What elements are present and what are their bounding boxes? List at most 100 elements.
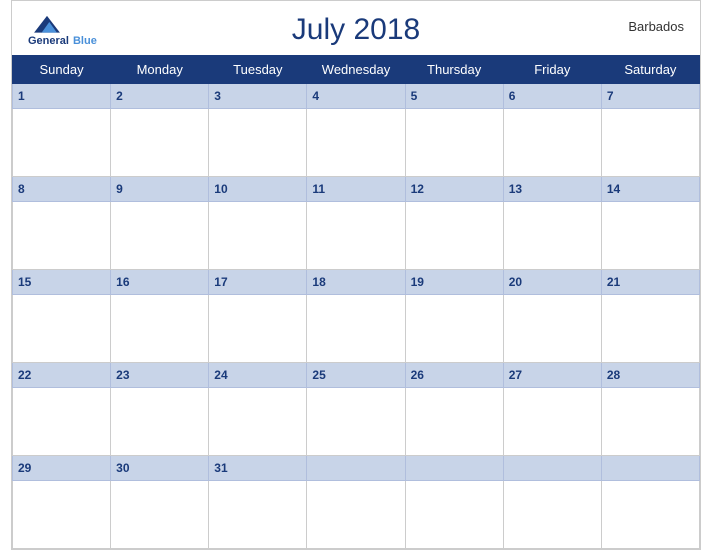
day-content-cell [601, 202, 699, 270]
day-content-cell [111, 388, 209, 456]
header-sunday: Sunday [13, 56, 111, 84]
calendar-header: General Blue July 2018 Barbados [12, 1, 700, 55]
day-number: 11 [312, 182, 325, 196]
day-content-cell [111, 481, 209, 549]
day-content-cell [503, 202, 601, 270]
day-number: 16 [116, 275, 129, 289]
day-label-cell: 7 [601, 84, 699, 109]
day-content-cell [503, 388, 601, 456]
day-content-cell [307, 295, 405, 363]
header-tuesday: Tuesday [209, 56, 307, 84]
day-number: 22 [18, 368, 31, 382]
day-content-cell [13, 388, 111, 456]
day-label-cell: 29 [13, 456, 111, 481]
week-content-row-2 [13, 202, 700, 270]
day-number: 1 [18, 89, 25, 103]
day-label-cell: 11 [307, 177, 405, 202]
day-label-cell: 15 [13, 270, 111, 295]
day-label-cell: 2 [111, 84, 209, 109]
day-content-cell [307, 388, 405, 456]
day-number: 6 [509, 89, 516, 103]
day-number: 27 [509, 368, 522, 382]
logo-general: General [28, 35, 69, 47]
week-content-row-1 [13, 109, 700, 177]
day-content-cell [111, 109, 209, 177]
day-number: 30 [116, 461, 129, 475]
day-label-cell: 12 [405, 177, 503, 202]
day-content-cell [307, 202, 405, 270]
day-content-cell [13, 202, 111, 270]
day-number: 15 [18, 275, 31, 289]
day-content-cell [601, 109, 699, 177]
day-label-cell: 30 [111, 456, 209, 481]
day-content-cell [111, 295, 209, 363]
header-wednesday: Wednesday [307, 56, 405, 84]
day-label-cell: 5 [405, 84, 503, 109]
day-number: 13 [509, 182, 522, 196]
day-number: 12 [411, 182, 424, 196]
day-number: 7 [607, 89, 614, 103]
day-label-cell: 16 [111, 270, 209, 295]
day-content-cell [503, 295, 601, 363]
header-friday: Friday [503, 56, 601, 84]
day-content-cell [209, 388, 307, 456]
day-number: 23 [116, 368, 129, 382]
header-monday: Monday [111, 56, 209, 84]
day-label-cell: 19 [405, 270, 503, 295]
day-content-cell [601, 388, 699, 456]
week-content-row-5 [13, 481, 700, 549]
day-number: 19 [411, 275, 424, 289]
day-number: 18 [312, 275, 325, 289]
day-label-cell [503, 456, 601, 481]
weekday-header-row: Sunday Monday Tuesday Wednesday Thursday… [13, 56, 700, 84]
day-content-cell [405, 481, 503, 549]
day-content-cell [111, 202, 209, 270]
day-content-cell [405, 202, 503, 270]
day-content-cell [405, 109, 503, 177]
calendar-container: General Blue July 2018 Barbados Sunday M… [11, 0, 701, 550]
day-content-cell [601, 295, 699, 363]
day-label-cell [307, 456, 405, 481]
calendar-table: Sunday Monday Tuesday Wednesday Thursday… [12, 55, 700, 549]
day-content-cell [307, 481, 405, 549]
week-label-row-4: 22 23 24 2526 27 28 [13, 363, 700, 388]
day-number: 17 [214, 275, 227, 289]
day-number: 31 [214, 461, 227, 475]
day-number: 28 [607, 368, 620, 382]
day-content-cell [503, 109, 601, 177]
day-content-cell [13, 295, 111, 363]
day-content-cell [209, 481, 307, 549]
logo: General Blue [28, 11, 97, 47]
day-number: 20 [509, 275, 522, 289]
day-label-cell: 27 [503, 363, 601, 388]
day-content-cell [13, 109, 111, 177]
day-label-cell: 26 [405, 363, 503, 388]
day-label-cell: 1 [13, 84, 111, 109]
day-content-cell [13, 481, 111, 549]
day-number: 8 [18, 182, 25, 196]
day-label-cell: 24 [209, 363, 307, 388]
day-label-cell: 31 [209, 456, 307, 481]
day-label-cell: 20 [503, 270, 601, 295]
day-number: 4 [312, 89, 319, 103]
day-label-cell: 22 [13, 363, 111, 388]
day-label-cell: 9 [111, 177, 209, 202]
day-label-cell: 13 [503, 177, 601, 202]
day-label-cell [405, 456, 503, 481]
day-content-cell [209, 109, 307, 177]
calendar-title: July 2018 [292, 13, 420, 47]
day-label-cell [601, 456, 699, 481]
week-label-row-3: 15 16 17 18 19 20 21 [13, 270, 700, 295]
day-content-cell [405, 388, 503, 456]
header-thursday: Thursday [405, 56, 503, 84]
week-label-row-5: 29 30 31 [13, 456, 700, 481]
day-label-cell: 14 [601, 177, 699, 202]
header-saturday: Saturday [601, 56, 699, 84]
day-number: 24 [214, 368, 227, 382]
day-number: 9 [116, 182, 123, 196]
day-number: 29 [18, 461, 31, 475]
day-content-cell [405, 295, 503, 363]
week-label-row-2: 891011121314 [13, 177, 700, 202]
day-label-cell: 21 [601, 270, 699, 295]
day-label-cell: 25 [307, 363, 405, 388]
